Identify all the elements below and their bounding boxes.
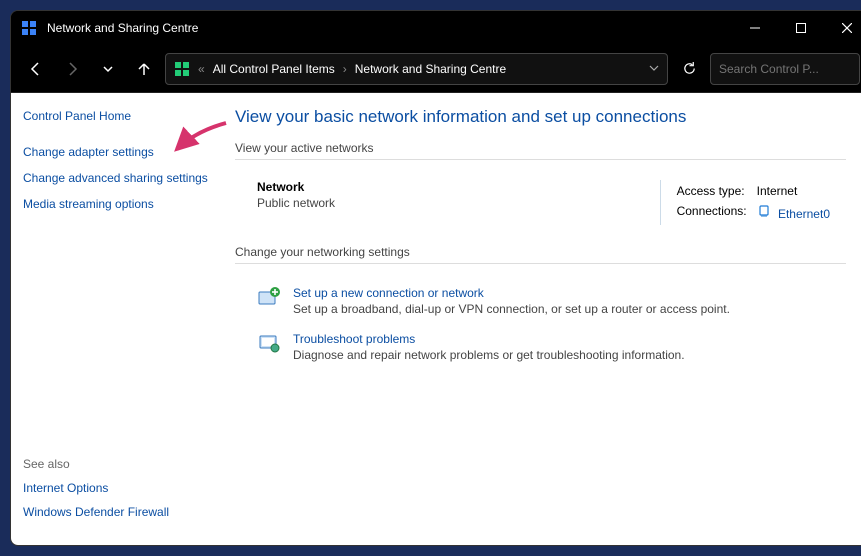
media-streaming-link[interactable]: Media streaming options: [23, 197, 209, 211]
breadcrumb-parent[interactable]: All Control Panel Items: [213, 62, 335, 76]
firewall-link[interactable]: Windows Defender Firewall: [23, 505, 209, 519]
breadcrumb-prefix: «: [198, 62, 205, 76]
active-networks-label: View your active networks: [235, 141, 846, 155]
titlebar: Network and Sharing Centre: [11, 11, 861, 45]
setup-connection-link[interactable]: Set up a new connection or network: [293, 286, 484, 300]
maximize-button[interactable]: [778, 11, 824, 45]
refresh-button[interactable]: [674, 54, 704, 84]
window-title: Network and Sharing Centre: [47, 21, 732, 35]
back-button[interactable]: [21, 54, 51, 84]
divider: [235, 263, 846, 264]
recent-dropdown-button[interactable]: [93, 54, 123, 84]
sidebar: Control Panel Home Change adapter settin…: [11, 93, 221, 545]
app-icon: [21, 20, 37, 36]
change-sharing-link[interactable]: Change advanced sharing settings: [23, 171, 209, 185]
change-adapter-link[interactable]: Change adapter settings: [23, 145, 209, 159]
forward-button[interactable]: [57, 54, 87, 84]
connection-link[interactable]: Ethernet0: [778, 207, 830, 221]
breadcrumb-current[interactable]: Network and Sharing Centre: [355, 62, 506, 76]
addressbar[interactable]: « All Control Panel Items › Network and …: [165, 53, 668, 85]
search-input[interactable]: [719, 62, 861, 76]
search-box[interactable]: [710, 53, 860, 85]
ethernet-icon: [757, 204, 771, 218]
troubleshoot-link[interactable]: Troubleshoot problems: [293, 332, 415, 346]
setup-connection-item: Set up a new connection or network Set u…: [235, 278, 846, 324]
chevron-right-icon: ›: [343, 62, 347, 76]
connections-label: Connections:: [677, 202, 755, 223]
page-heading: View your basic network information and …: [235, 107, 846, 127]
addressbar-icon: [174, 61, 190, 77]
setup-connection-desc: Set up a broadband, dial-up or VPN conne…: [293, 302, 730, 316]
network-type: Public network: [257, 196, 660, 210]
close-button[interactable]: [824, 11, 861, 45]
main-panel: View your basic network information and …: [221, 93, 861, 545]
up-button[interactable]: [129, 54, 159, 84]
internet-options-link[interactable]: Internet Options: [23, 481, 209, 495]
troubleshoot-item: Troubleshoot problems Diagnose and repai…: [235, 324, 846, 370]
control-panel-home-link[interactable]: Control Panel Home: [23, 109, 209, 123]
access-type-label: Access type:: [677, 182, 755, 200]
minimize-button[interactable]: [732, 11, 778, 45]
network-name: Network: [257, 180, 660, 194]
troubleshoot-desc: Diagnose and repair network problems or …: [293, 348, 685, 362]
setup-connection-icon: [257, 286, 281, 310]
see-also-label: See also: [23, 457, 209, 471]
divider: [235, 159, 846, 160]
addressbar-dropdown-icon[interactable]: [649, 62, 659, 76]
window: Network and Sharing Centre « All Control…: [10, 10, 861, 546]
active-network-box: Network Public network Access type: Inte…: [235, 174, 846, 245]
network-details-table: Access type: Internet Connections: Ether…: [675, 180, 840, 225]
change-settings-label: Change your networking settings: [235, 245, 846, 259]
troubleshoot-icon: [257, 332, 281, 356]
content: Control Panel Home Change adapter settin…: [11, 93, 861, 545]
access-type-value: Internet: [757, 182, 838, 200]
navbar: « All Control Panel Items › Network and …: [11, 45, 861, 93]
